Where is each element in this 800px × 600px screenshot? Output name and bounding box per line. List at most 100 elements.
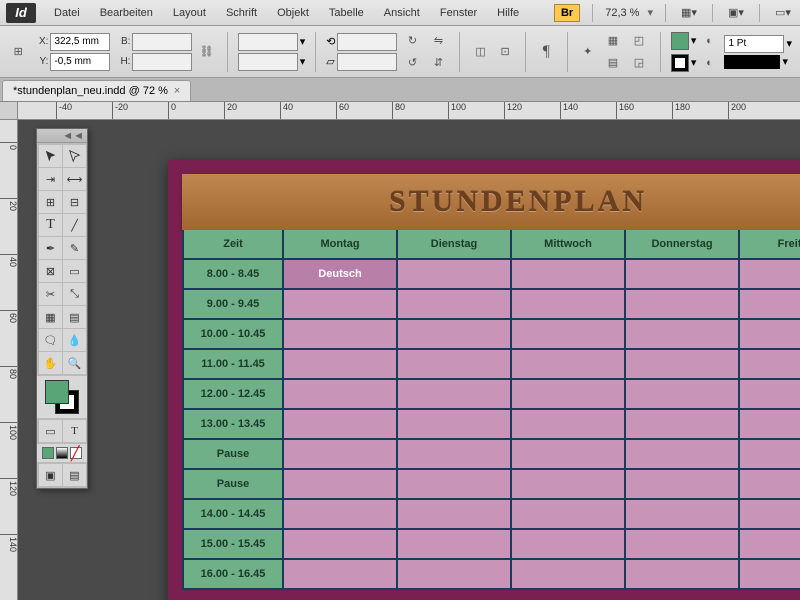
data-cell[interactable] [626,410,740,440]
menu-objekt[interactable]: Objekt [267,3,319,23]
reference-point-icon[interactable]: ⊞ [8,42,28,62]
fill-color[interactable] [45,380,69,404]
data-cell[interactable] [284,440,398,470]
data-cell[interactable] [512,410,626,440]
pencil-tool[interactable]: ✎ [63,237,86,259]
shear-input[interactable] [337,53,397,71]
content-placer-tool[interactable]: ⊟ [63,191,86,213]
fill-stroke-proxy[interactable] [45,380,79,414]
data-cell[interactable] [284,470,398,500]
chevron-down-icon[interactable]: ▾ [782,55,788,68]
free-transform-tool[interactable]: ⤡ [63,283,86,305]
formatting-container-icon[interactable]: ▭ [39,420,62,442]
hand-tool[interactable]: ✋ [39,352,62,374]
chevron-down-icon[interactable]: ▾ [647,6,653,19]
panel-header[interactable]: ◄◄ [37,129,87,143]
constrain-icon[interactable]: ⛓ [196,42,216,62]
data-cell[interactable] [740,410,800,440]
zoom-tool[interactable]: 🔍 [63,352,86,374]
data-cell[interactable] [626,560,740,590]
data-cell[interactable] [512,440,626,470]
menu-datei[interactable]: Datei [44,3,90,23]
data-cell[interactable] [398,530,512,560]
data-cell[interactable] [512,320,626,350]
stroke-swatch[interactable] [671,54,689,72]
menu-schrift[interactable]: Schrift [216,3,267,23]
data-cell[interactable] [512,260,626,290]
bridge-badge[interactable]: Br [554,4,580,22]
data-cell[interactable] [284,500,398,530]
stroke-style-display[interactable] [724,55,780,69]
data-cell[interactable] [284,530,398,560]
apply-gradient-icon[interactable] [56,447,68,459]
effects-icon[interactable]: ✦ [578,42,598,62]
select-content-icon[interactable]: ⊡ [495,42,515,62]
note-tool[interactable]: 🗨 [39,329,62,351]
rotate-ccw-icon[interactable]: ↺ [401,53,423,73]
data-cell[interactable] [398,350,512,380]
rotate-cw-icon[interactable]: ↻ [401,31,423,51]
view-options-icon[interactable]: ▦▾ [678,4,700,22]
data-cell[interactable] [398,260,512,290]
width-input[interactable] [132,33,192,51]
gradient-swatch-tool[interactable]: ▦ [39,306,62,328]
data-cell[interactable] [740,260,800,290]
tools-panel[interactable]: ◄◄ ⇥ ⟷ ⊞ ⊟ T ╱ ✒ ✎ ⊠ ▭ ✂ ⤡ ▦ ▤ 🗨 💧 ✋ 🔍 ▭… [36,128,88,489]
page-tool[interactable]: ⇥ [39,168,62,190]
chevron-down-icon[interactable]: ▾ [691,34,697,47]
document-page[interactable]: STUNDENPLAN ZeitMontagDienstagMittwochDo… [168,160,800,600]
chevron-down-icon[interactable]: ▾ [300,35,306,48]
data-cell[interactable] [398,380,512,410]
data-cell[interactable] [626,350,740,380]
eyedropper-tool[interactable]: 💧 [63,329,86,351]
data-cell[interactable] [626,320,740,350]
fill-tint-icon[interactable]: ◐ [698,31,720,51]
gradient-feather-tool[interactable]: ▤ [63,306,86,328]
scissors-tool[interactable]: ✂ [39,283,62,305]
menu-ansicht[interactable]: Ansicht [374,3,430,23]
data-cell[interactable] [626,290,740,320]
normal-view-icon[interactable]: ▣ [39,464,62,486]
menu-hilfe[interactable]: Hilfe [487,3,529,23]
data-cell[interactable] [740,500,800,530]
data-cell[interactable] [626,440,740,470]
data-cell[interactable] [740,530,800,560]
data-cell[interactable] [626,380,740,410]
stroke-tint-icon[interactable]: ◐ [698,53,720,73]
data-cell[interactable] [626,530,740,560]
data-cell[interactable] [740,560,800,590]
type-tool[interactable]: T [39,214,62,236]
corner-icon[interactable]: ◲ [628,53,650,73]
line-tool[interactable]: ╱ [63,214,86,236]
horizontal-ruler[interactable]: -40-20020406080100120140160180200 [18,102,800,120]
data-cell[interactable] [398,440,512,470]
corner-icon[interactable]: ◰ [628,31,650,51]
rectangle-frame-tool[interactable]: ⊠ [39,260,62,282]
collapse-icon[interactable]: ◄◄ [62,130,84,142]
content-collector-tool[interactable]: ⊞ [39,191,62,213]
menu-tabelle[interactable]: Tabelle [319,3,374,23]
data-cell[interactable] [284,410,398,440]
data-cell[interactable] [740,470,800,500]
data-cell[interactable] [284,380,398,410]
data-cell[interactable] [740,290,800,320]
paragraph-icon[interactable]: ¶ [536,42,556,62]
y-input[interactable]: -0,5 mm [50,53,110,71]
direct-selection-tool[interactable] [63,145,86,167]
data-cell[interactable] [626,470,740,500]
wrap-icon[interactable]: ▤ [602,53,624,73]
data-cell[interactable] [284,560,398,590]
data-cell[interactable] [512,290,626,320]
gap-tool[interactable]: ⟷ [63,168,86,190]
x-input[interactable]: 322,5 mm [50,33,110,51]
rotate-input[interactable] [337,33,397,51]
flip-v-icon[interactable]: ⇵ [427,53,449,73]
fill-swatch[interactable] [671,32,689,50]
scale-x-input[interactable] [238,33,298,51]
scale-y-input[interactable] [238,53,298,71]
data-cell[interactable] [284,290,398,320]
vertical-ruler[interactable]: 020406080100120140 [0,102,18,600]
apply-none-icon[interactable]: ╱ [70,447,82,459]
stroke-weight-input[interactable]: 1 Pt [724,35,784,53]
data-cell[interactable]: Deutsch [284,260,398,290]
